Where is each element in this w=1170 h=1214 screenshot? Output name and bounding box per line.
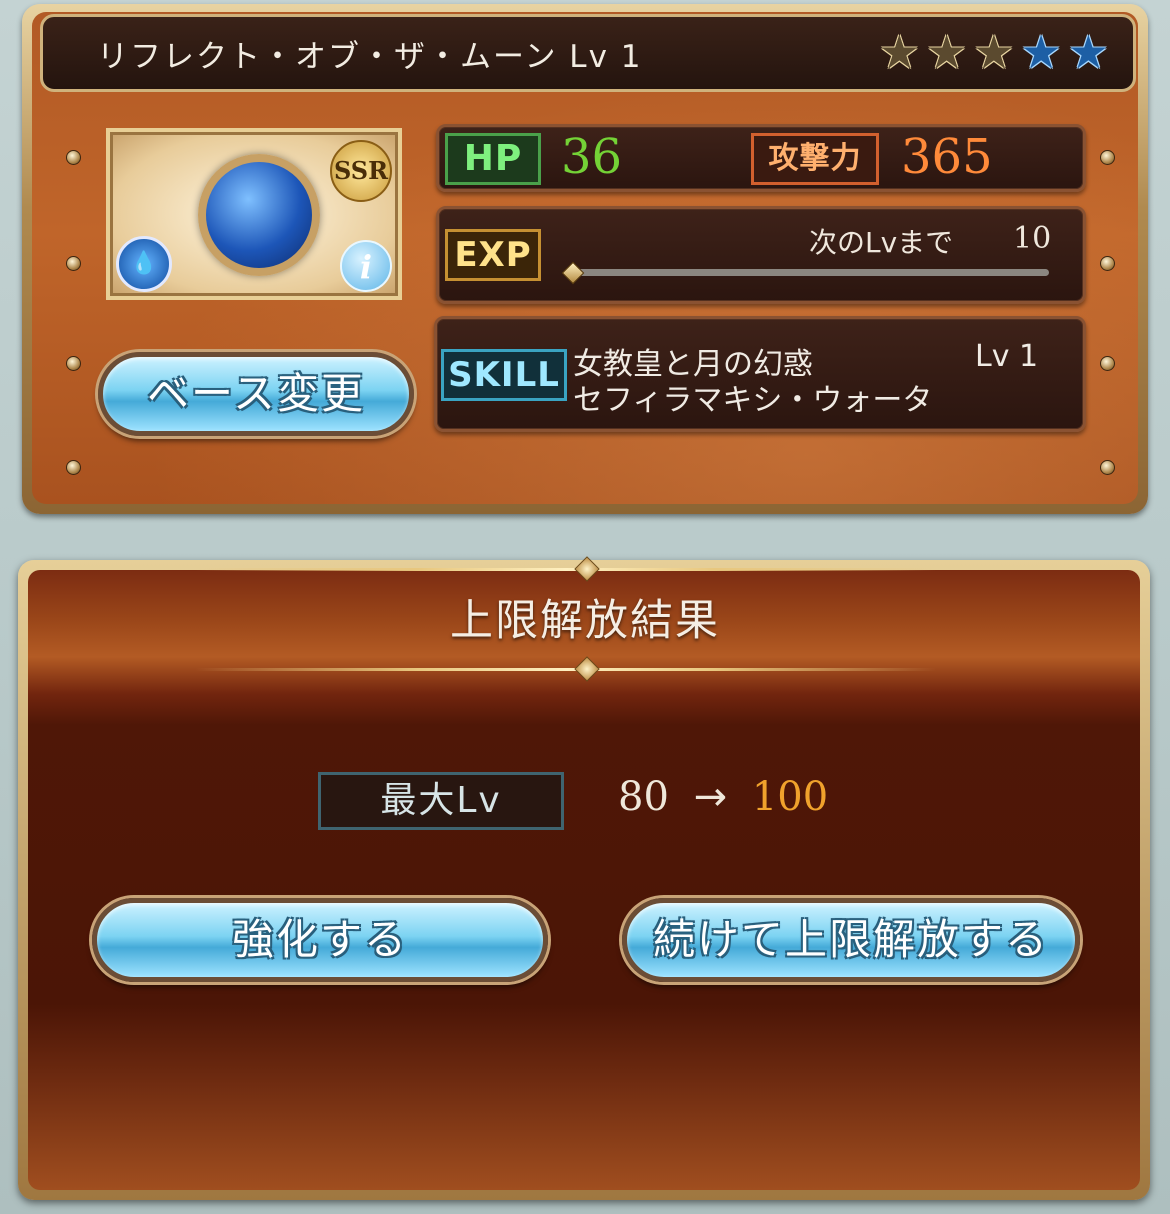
skill-label: SKILL	[441, 349, 567, 401]
summon-name-level: リフレクト・オブ・ザ・ムーン Lv 1	[97, 39, 643, 75]
rivet-icon	[66, 356, 81, 371]
hp-label: HP	[445, 133, 541, 185]
atk-label: 攻撃力	[751, 133, 879, 185]
summon-portrait[interactable]: SSR 💧 i	[106, 128, 402, 300]
rarity-badge: SSR	[330, 140, 392, 202]
exp-label: EXP	[445, 229, 541, 281]
exp-bar	[573, 269, 1049, 276]
max-lv-label: 最大Lv	[318, 772, 564, 830]
continue-uncap-button[interactable]: 続けて上限解放する	[622, 898, 1080, 982]
rivet-icon	[1100, 356, 1115, 371]
skill-subtitle: セフィラマキシ・ウォータ	[573, 383, 933, 418]
skill-level: Lv 1	[975, 339, 1039, 374]
uncap-result-title: 上限解放結果	[450, 596, 720, 646]
star-empty-icon: ★	[1020, 25, 1062, 79]
exp-marker-icon	[561, 261, 585, 285]
rivet-icon	[1100, 150, 1115, 165]
max-lv-from: 80	[618, 774, 669, 820]
star-filled-icon: ★	[973, 25, 1015, 79]
skill-panel[interactable]: SKILL 女教皇と月の幻惑 Lv 1 セフィラマキシ・ウォータ	[434, 316, 1086, 432]
hp-value: 36	[561, 129, 623, 185]
moon-icon	[198, 154, 320, 276]
water-element-icon: 💧	[116, 236, 172, 292]
exp-panel: EXP 次のLvまで 10	[436, 206, 1086, 304]
stats-panel: HP 36 攻撃力 365	[436, 124, 1086, 192]
uncap-stars: ★ ★ ★ ★ ★	[879, 29, 1109, 75]
next-lv-label: 次のLvまで	[809, 226, 954, 259]
next-lv-value: 10	[1013, 221, 1052, 256]
ornament-line	[196, 668, 936, 671]
base-change-button[interactable]: ベース変更	[98, 352, 414, 436]
atk-value: 365	[901, 129, 993, 185]
rivet-icon	[66, 150, 81, 165]
info-icon[interactable]: i	[340, 240, 392, 292]
max-lv-change: 80 → 100	[618, 774, 828, 820]
ornament-line	[196, 568, 936, 571]
rivet-icon	[66, 460, 81, 475]
rivet-icon	[66, 256, 81, 271]
enhance-button[interactable]: 強化する	[92, 898, 548, 982]
rivet-icon	[1100, 460, 1115, 475]
star-filled-icon: ★	[926, 25, 968, 79]
star-filled-icon: ★	[878, 25, 920, 79]
arrow-right-icon: →	[693, 774, 728, 820]
rivet-icon	[1100, 256, 1115, 271]
summon-title-bar: リフレクト・オブ・ザ・ムーン Lv 1 ★ ★ ★ ★ ★	[40, 14, 1136, 92]
star-empty-icon: ★	[1067, 25, 1109, 79]
uncap-result-card	[18, 560, 1150, 1200]
max-lv-to: 100	[751, 774, 829, 820]
